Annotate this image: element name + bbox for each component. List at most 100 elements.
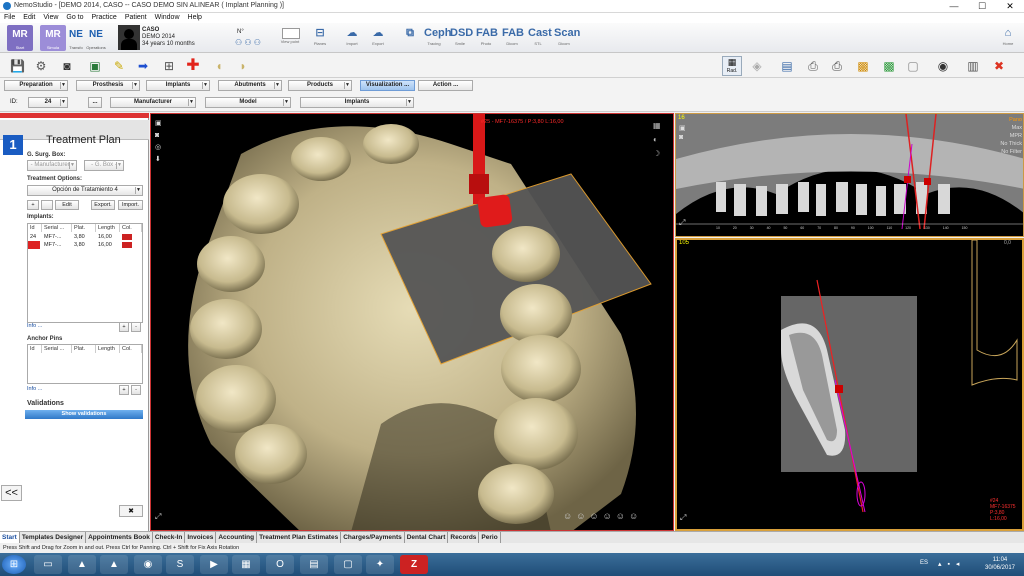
home-button[interactable]: ⌂ Home bbox=[998, 25, 1018, 51]
maximize-button[interactable]: ☐ bbox=[968, 0, 996, 12]
menu-help[interactable]: Help bbox=[184, 13, 206, 23]
gsurg-manufacturer-select[interactable]: - Manufacturer - ▼ bbox=[27, 160, 77, 171]
gsurg-gbox-select[interactable]: - G. Box - ▼ bbox=[84, 160, 124, 171]
menu-practice[interactable]: Practice bbox=[88, 13, 121, 23]
tray-icons[interactable]: ▴ ▪ ◂ bbox=[938, 560, 961, 568]
tab-perio[interactable]: Perio bbox=[479, 532, 501, 543]
remove-pin-button[interactable]: - bbox=[131, 385, 141, 395]
implants-info-link[interactable]: Info ... bbox=[27, 323, 42, 329]
crosshair-icon[interactable]: ✚ bbox=[186, 57, 200, 75]
menu-view[interactable]: View bbox=[39, 13, 62, 23]
box-icon[interactable]: ▩ bbox=[856, 57, 870, 75]
view-tools-icons[interactable]: ▣ ◙ bbox=[679, 124, 686, 142]
save-icon[interactable]: 💾 bbox=[10, 57, 25, 75]
tab-appointments-book[interactable]: Appointments Book bbox=[86, 532, 153, 543]
visualization-tab[interactable]: Visualization ... bbox=[360, 80, 415, 91]
implants-select[interactable]: Implants ▼ bbox=[300, 97, 414, 108]
anchor-info-link[interactable]: Info ... bbox=[27, 386, 42, 392]
tab-invoices[interactable]: Invoices bbox=[185, 532, 217, 543]
mr-start-button[interactable]: MR Start bbox=[7, 25, 33, 51]
export-option-button[interactable]: Export. bbox=[91, 200, 115, 210]
abutments-dropdown[interactable]: Abutments ▼ bbox=[218, 80, 282, 91]
3d-view[interactable]: #25 - MF7-16375 / P:3,80 L:16,00 ▣ ◙ ◎ ⬇ ▦ ◐… bbox=[150, 113, 674, 531]
tab-records[interactable]: Records bbox=[448, 532, 480, 543]
view-right-icons[interactable]: ▦ ◐ ☽ bbox=[653, 119, 661, 161]
taskbar-skype-icon[interactable]: S bbox=[166, 555, 194, 574]
taskbar-nemo2-icon[interactable]: ▲ bbox=[100, 555, 128, 574]
taskbar-explorer-icon[interactable]: ▭ bbox=[34, 555, 62, 574]
close-button[interactable]: ✕ bbox=[996, 0, 1024, 12]
manufacturer-select[interactable]: Manufacturer ▼ bbox=[110, 97, 196, 108]
tooth-2-icon[interactable]: ◗ bbox=[236, 57, 250, 75]
tab-start[interactable]: Start bbox=[0, 532, 20, 543]
disk-icon[interactable]: ▩ bbox=[882, 57, 896, 75]
planes-button[interactable]: ⊟ Planes bbox=[310, 25, 330, 51]
add-pin-button[interactable]: + bbox=[119, 385, 129, 395]
rad-button[interactable]: ▦ Rad. bbox=[722, 56, 742, 76]
taskbar-chrome-icon[interactable]: ◉ bbox=[134, 555, 162, 574]
screen-icon[interactable]: ▣ bbox=[88, 57, 102, 75]
gear-icon[interactable]: ⚙ bbox=[34, 57, 48, 75]
export-button[interactable]: ☁ Export bbox=[368, 25, 388, 51]
ceph-button[interactable]: Ceph Tracing bbox=[424, 25, 452, 51]
view-point-thumbnail[interactable] bbox=[282, 28, 300, 39]
tab-check-in[interactable]: Check-In bbox=[153, 532, 186, 543]
treatment-option-select[interactable]: Opción de Tratamiento 4 ▼ bbox=[27, 185, 143, 196]
implants-table[interactable]: Id Serial ... Plat. Length Col. 24 MF7-.… bbox=[27, 223, 143, 323]
taskbar-folder-icon[interactable]: ▤ bbox=[300, 555, 328, 574]
eye-icon[interactable]: ◉ bbox=[936, 57, 950, 75]
export-image-icon[interactable]: ▢ bbox=[906, 57, 920, 75]
menu-goto[interactable]: Go to bbox=[62, 13, 87, 23]
panoramic-view[interactable]: 16 ▣ ◙ Pano Max MPR No Thick No Filter 10… bbox=[675, 113, 1024, 237]
remove-option-button[interactable] bbox=[41, 200, 53, 210]
resize-icon[interactable]: ⤢ bbox=[155, 512, 161, 522]
import-option-button[interactable]: Import. bbox=[118, 200, 143, 210]
tab-charges-payments[interactable]: Charges/Payments bbox=[341, 532, 405, 543]
print-report-icon[interactable]: ▥ bbox=[966, 57, 980, 75]
tab-dental-chart[interactable]: Dental Chart bbox=[405, 532, 449, 543]
action-tab[interactable]: Action ... bbox=[418, 80, 473, 91]
taskbar-app-icon[interactable]: ▦ bbox=[232, 555, 260, 574]
add-view-icon[interactable]: ⊞ bbox=[162, 57, 176, 75]
camera-capture-icon[interactable]: ◙ bbox=[60, 57, 74, 75]
tab-templates-designer[interactable]: Templates Designer bbox=[20, 532, 87, 543]
clock[interactable]: 11:04 30/06/2017 bbox=[980, 556, 1020, 572]
taskbar-outlook-icon[interactable]: O bbox=[266, 555, 294, 574]
id-select[interactable]: 24 ▼ bbox=[28, 97, 68, 108]
edit-option-button[interactable]: Edit bbox=[55, 200, 79, 210]
taskbar-nemo-icon[interactable]: ▲ bbox=[68, 555, 96, 574]
taskbar-filezilla-icon[interactable]: Z bbox=[400, 555, 428, 574]
skull-icon[interactable]: ◈ bbox=[750, 57, 764, 75]
collapse-panel-button[interactable]: << bbox=[1, 485, 22, 501]
scanner-icon[interactable]: ⎙ bbox=[806, 57, 820, 75]
taskbar-network-icon[interactable]: ✦ bbox=[366, 555, 394, 574]
prosthesis-dropdown[interactable]: Prosthesis ▼ bbox=[76, 80, 140, 91]
table-row[interactable]: 25 MF7-... 3,80 16,00 bbox=[28, 241, 142, 249]
menu-patient[interactable]: Patient bbox=[121, 13, 151, 23]
fab-photo-button[interactable]: FAB Photo bbox=[476, 25, 498, 51]
fab-dicom-button[interactable]: FAB Dicom bbox=[502, 25, 524, 51]
preparation-dropdown[interactable]: Preparation ▼ bbox=[4, 80, 68, 91]
remove-implant-button[interactable]: - bbox=[131, 322, 141, 332]
implants-dropdown[interactable]: Implants ▼ bbox=[146, 80, 210, 91]
taskbar-window-icon[interactable]: ▢ bbox=[334, 555, 362, 574]
menu-edit[interactable]: Edit bbox=[19, 13, 39, 23]
ne-operations-button[interactable]: NE Operations bbox=[86, 25, 106, 51]
view-side-icons[interactable]: ▣ ◙ ◎ ⬇ bbox=[155, 118, 162, 166]
resize-icon[interactable]: ⤢ bbox=[679, 218, 685, 228]
pencil-icon[interactable]: ✎ bbox=[112, 57, 126, 75]
add-implant-button[interactable]: + bbox=[119, 322, 129, 332]
arrow-right-icon[interactable]: ➡ bbox=[136, 57, 150, 75]
anchor-pins-table[interactable]: Id Serial ... Plat. Length Col. bbox=[27, 344, 143, 384]
menu-file[interactable]: File bbox=[0, 13, 19, 23]
language-indicator[interactable]: ES bbox=[920, 560, 928, 566]
cross-section-view[interactable]: 105 0,0 #24 MF7-16375 P:3,80 L:16,00 ⤢ bbox=[675, 238, 1024, 531]
people-icons[interactable]: ⚇ ⚇ ⚇ bbox=[235, 38, 261, 47]
import-button[interactable]: ☁ Import bbox=[342, 25, 362, 51]
taskbar-media-icon[interactable]: ▶ bbox=[200, 555, 228, 574]
products-dropdown[interactable]: Products ▼ bbox=[288, 80, 352, 91]
close-panel-button[interactable]: ✖ bbox=[119, 505, 143, 517]
start-button[interactable]: ⊞ bbox=[2, 555, 26, 574]
layout-icon[interactable]: ▤ bbox=[780, 57, 794, 75]
dsd-button[interactable]: DSD Smile bbox=[450, 25, 473, 51]
